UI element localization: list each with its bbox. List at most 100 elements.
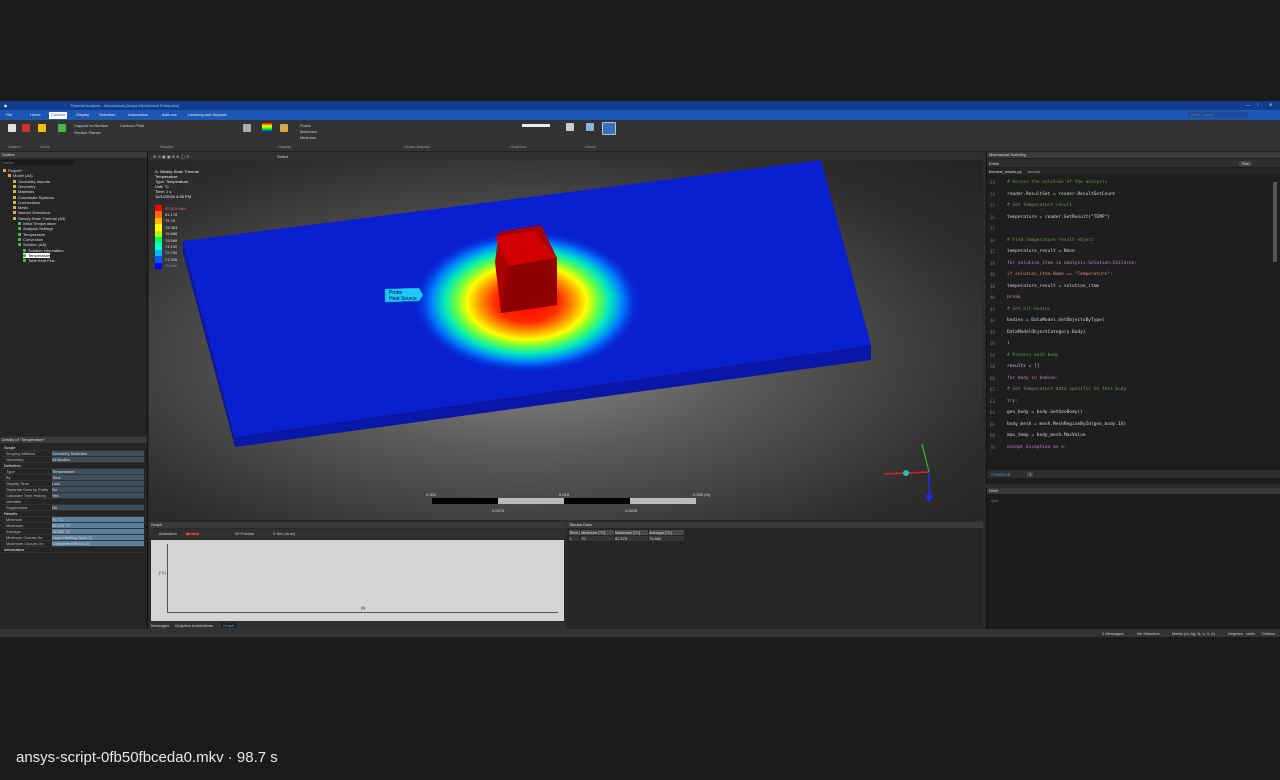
tab-graph[interactable]: Graph [221,623,237,628]
probe-button[interactable]: Probe [300,123,311,128]
code-line[interactable]: # Get temperature result [1007,203,1072,208]
tabular-column-header[interactable]: Time [s] [569,530,580,535]
maximize-icon[interactable]: □ [1257,102,1259,107]
tabular-cell[interactable]: 70. [581,536,614,541]
outline-search-box[interactable] [44,160,74,165]
code-editor[interactable]: 23 # Access the solution of the analysis 2… [987,176,1269,468]
contour-icon[interactable] [262,123,272,132]
tabular-column-header[interactable]: Maximum [°C] [615,530,648,535]
details-value[interactable]: Yes [52,493,144,498]
play-controls[interactable]: ◀▶■▶▶ [185,531,200,536]
details-section-header[interactable]: Information [2,547,145,553]
capped-isosurface-button[interactable]: Capped IsoSurface [74,123,108,128]
graph-plot-area[interactable]: [°C] [s] [151,540,564,621]
geometry-icon[interactable] [243,124,251,132]
code-line[interactable]: results = [] [1007,364,1040,369]
code-line[interactable]: for body in bodies: [1007,376,1058,381]
details-value[interactable]: Layer Heating Spot (1) [52,535,144,540]
tab-journal[interactable]: Journal [1027,169,1040,174]
vector-slider[interactable] [522,124,550,127]
clear-icon[interactable] [22,124,30,132]
tabular-column-header[interactable]: Minimum [°C] [581,530,614,535]
maximum-button[interactable]: Maximum [300,129,317,134]
code-line[interactable]: geo_body = body.GetGeoBody() [1007,410,1083,415]
tree-item[interactable]: Solution Information [23,248,64,253]
code-line[interactable]: except Exception as e: [1007,445,1067,450]
tree-item[interactable]: Connections [13,200,40,205]
details-value[interactable]: Time [52,475,144,480]
details-value[interactable]: Geometry Selection [52,451,144,456]
tab-addons[interactable]: Add-ons [160,112,179,119]
run-button[interactable]: Run [1239,161,1253,166]
tree-item[interactable]: Project* [3,168,22,173]
code-line[interactable]: max_temp = body_mesh.MaxValue [1007,433,1086,438]
details-value[interactable]: 82.575 °C [52,523,144,528]
edges-icon[interactable] [280,124,288,132]
tree-item[interactable]: Temperature [23,252,51,258]
tree-item[interactable]: Mesh [13,205,28,210]
tree-item[interactable]: Solution (A6) [18,242,46,247]
status-units[interactable]: Metric (m, kg, N, s, V, A) [1172,631,1215,636]
tree-item[interactable]: Coordinate Systems [13,195,54,200]
console-tab[interactable]: CONSOLE [991,472,1011,477]
tabular-cell[interactable]: 75.662 [649,536,684,541]
code-line[interactable]: body_mesh = mesh.MeshRegionById(geo_body… [1007,422,1126,427]
code-line[interactable]: DataModelObjectCategory.Body) [1007,330,1086,335]
outline-filter-input[interactable] [2,160,44,165]
status-messages[interactable]: 1 Messages [1102,631,1124,636]
shell-prompt[interactable]: >>> [991,498,998,503]
status-rad[interactable]: rad/s [1246,631,1255,636]
code-line[interactable]: try: [1007,399,1018,404]
tree-item[interactable]: Geometry Imports [13,179,50,184]
code-line[interactable]: if solution_item.Name == "Temperature": [1007,272,1113,277]
tree-item[interactable]: Total Heat Flux [23,258,55,263]
details-value[interactable]: Temperature [52,469,144,474]
details-value[interactable]: No [52,487,144,492]
triad-origin[interactable] [903,470,909,476]
tabular-column-header[interactable]: Average [°C] [649,530,684,535]
code-line[interactable]: # Process each body [1007,353,1058,358]
tab-script-file[interactable]: thermal_results.py [989,169,1022,174]
frames-select[interactable]: 20 Frames [235,531,254,536]
tab-file[interactable]: File [4,112,14,119]
details-value[interactable]: No [52,505,144,510]
details-value[interactable]: 75.662 °C [52,529,144,534]
tree-item[interactable]: Steady-State Thermal (A5) [13,216,66,221]
code-line[interactable]: for solution_item in analysis.Solution.C… [1007,261,1137,266]
code-line[interactable]: bodies = DataModel.GetObjectsByType( [1007,318,1105,323]
tree-item[interactable]: Convection [18,237,43,242]
tabular-icon[interactable] [602,122,616,135]
graph-icon[interactable] [586,123,594,131]
tab-learning[interactable]: Learning and Support [186,112,228,119]
duration-select[interactable]: 2 Sec (Auto) [273,531,295,536]
tree-item[interactable]: Temperature [18,232,45,237]
tree-item[interactable]: Named Selections [13,210,50,215]
graphics-viewport[interactable]: ⊕ ⊖ ▣ ▣ ⊕ ⊕ ◯ ↻ Select Probe Heat Source… [149,152,983,520]
model-render[interactable] [149,152,983,520]
tab-display[interactable]: Display [74,112,91,119]
close-icon[interactable]: ✕ [1269,102,1272,107]
tree-item[interactable]: Geometry [13,184,36,189]
tree-item[interactable]: Materials [13,189,34,194]
export-icon[interactable] [566,123,574,131]
details-value[interactable]: All Bodies [52,457,144,462]
code-line[interactable]: temperature = reader.GetResult("TEMP") [1007,215,1110,220]
add-tab-button[interactable]: + [1027,472,1034,477]
minimum-button[interactable]: Minimum [300,135,316,140]
tab-messages[interactable]: Messages [151,623,169,628]
section-planes-button[interactable]: Section Planes [74,130,101,135]
details-value[interactable]: 70. °C [52,517,144,522]
tabular-cell[interactable]: 1. [569,536,580,541]
code-line[interactable]: # Get all bodies [1007,307,1050,312]
code-line[interactable]: reader.ResultSet = reader.ResultSetCount [1007,192,1115,197]
tabular-cell[interactable]: 82.575 [615,536,648,541]
code-line[interactable]: temperature_result = solution_item [1007,284,1099,289]
details-value[interactable]: Component Block (1) [52,541,144,546]
tab-graphics-annotations[interactable]: Graphics Annotations [175,623,213,628]
tab-selection[interactable]: Selection [97,112,117,119]
tab-home[interactable]: Home [28,112,43,119]
code-line[interactable]: temperature_result = None [1007,249,1075,254]
status-celsius[interactable]: Celsius [1262,631,1275,636]
code-line[interactable]: # Find temperature result object [1007,238,1094,243]
editor-scrollbar[interactable] [1273,182,1277,262]
